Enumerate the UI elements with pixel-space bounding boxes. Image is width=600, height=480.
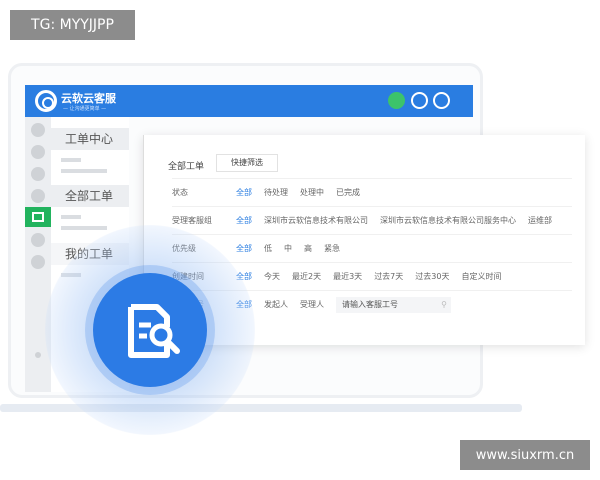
filter-option[interactable]: 全部	[236, 243, 252, 254]
placeholder-bar	[61, 169, 107, 173]
filter-option[interactable]: 已完成	[336, 187, 360, 198]
window-button-green[interactable]	[388, 92, 405, 109]
logo-icon	[35, 90, 57, 112]
nav-icon[interactable]	[31, 255, 45, 269]
placeholder-bar	[61, 215, 81, 219]
filter-label: 状态	[172, 188, 188, 197]
window-button[interactable]	[433, 92, 450, 109]
panel-title: 全部工单	[168, 162, 205, 172]
filter-option[interactable]: 最近3天	[333, 271, 362, 282]
brand-slogan: — 让沟通更简单 —	[63, 106, 107, 112]
app-header: 云软云客服 — 让沟通更简单 —	[25, 85, 473, 117]
filter-option[interactable]: 过去7天	[374, 271, 403, 282]
filter-option[interactable]: 中	[284, 243, 292, 254]
filter-row: 状态 全部 待处理 处理中 已完成	[172, 178, 572, 206]
filter-option[interactable]: 运维部	[528, 215, 552, 226]
nav-icon[interactable]	[31, 189, 45, 203]
filter-option[interactable]: 高	[304, 243, 312, 254]
nav-icon[interactable]	[31, 233, 45, 247]
search-icon[interactable]: ⚲	[441, 297, 447, 313]
filter-row: 受理客服组 全部 深圳市云软信息技术有限公司 深圳市云软信息技术有限公司服务中心 运维部	[172, 206, 572, 234]
placeholder-bar	[61, 226, 107, 230]
filter-row: 优先级全部低中高紧急	[172, 234, 572, 262]
nav-icon[interactable]	[31, 145, 45, 159]
filter-option[interactable]: 受理人	[300, 299, 324, 310]
filter-option[interactable]: 待处理	[264, 187, 288, 198]
filter-label: 受理客服组	[172, 216, 212, 225]
nav-icon[interactable]	[31, 167, 45, 181]
search-placeholder: 请输入客服工号	[342, 299, 398, 309]
filter-option[interactable]: 深圳市云软信息技术有限公司服务中心	[380, 215, 516, 226]
filter-option[interactable]: 自定义时间	[461, 271, 501, 282]
filter-option[interactable]: 发起人	[264, 299, 288, 310]
filter-option[interactable]: 全部	[236, 215, 252, 226]
filter-option[interactable]: 紧急	[324, 243, 340, 254]
ticket-icon-active[interactable]	[25, 207, 51, 227]
nav-icon[interactable]	[35, 352, 41, 358]
filter-option[interactable]: 处理中	[300, 187, 324, 198]
menu-ticket-center[interactable]: 工单中心	[51, 128, 129, 150]
brand-name: 云软云客服	[61, 92, 116, 105]
menu-all-tickets[interactable]: 全部工单	[51, 185, 129, 207]
nav-icon[interactable]	[31, 123, 45, 137]
filter-option[interactable]: 今天	[264, 271, 280, 282]
tg-badge: TG: MYYJJPP	[10, 10, 135, 40]
watermark: www.siuxrm.cn	[460, 440, 590, 470]
filter-option[interactable]: 最近2天	[292, 271, 321, 282]
filter-option[interactable]: 低	[264, 243, 272, 254]
window-button[interactable]	[411, 92, 428, 109]
agent-id-search-input[interactable]: 请输入客服工号 ⚲	[336, 296, 451, 313]
filter-option[interactable]: 深圳市云软信息技术有限公司	[264, 215, 368, 226]
filter-option[interactable]: 全部	[236, 187, 252, 198]
placeholder-bar	[61, 158, 81, 162]
search-document-icon	[93, 273, 207, 387]
quick-filter-button[interactable]: 快捷筛选	[216, 154, 278, 172]
filter-option[interactable]: 过去30天	[415, 271, 449, 282]
